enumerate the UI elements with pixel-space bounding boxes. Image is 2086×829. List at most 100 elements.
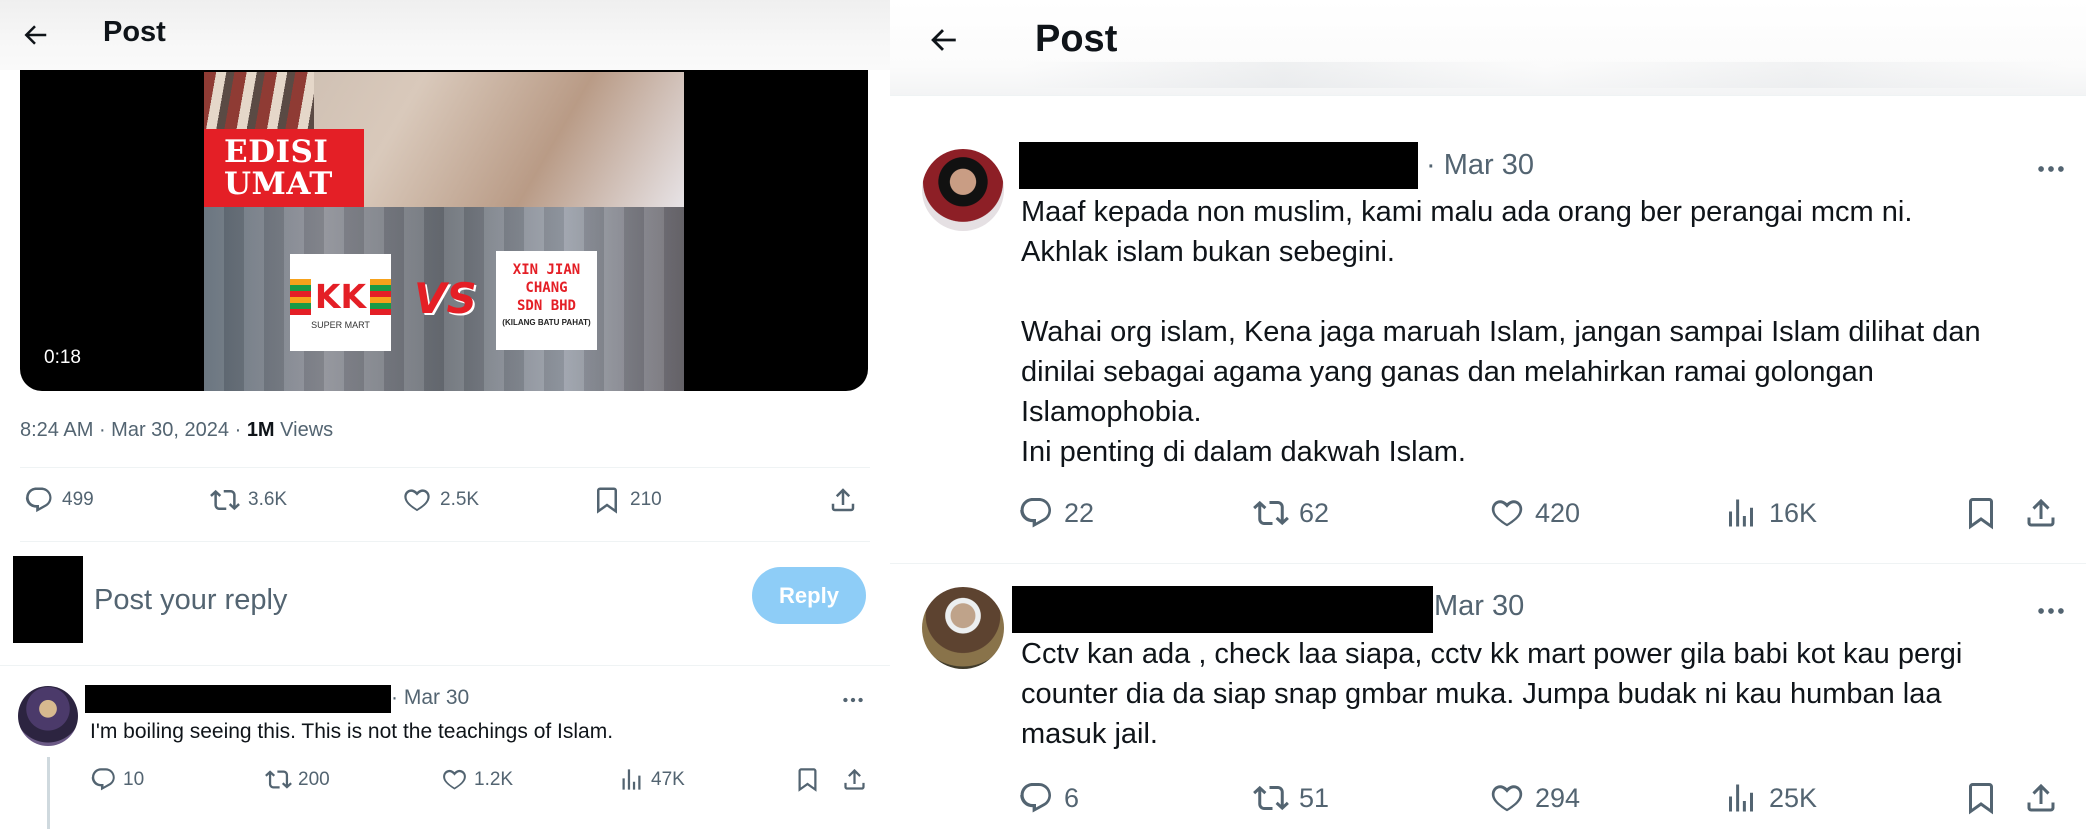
avatar[interactable]	[922, 149, 1004, 231]
divider	[20, 467, 870, 468]
reply-icon	[1018, 780, 1054, 816]
bookmark-icon	[794, 766, 821, 793]
post-time: 8:24 AM	[20, 419, 94, 441]
views-count: 47K	[651, 768, 685, 790]
bookmark-count: 210	[630, 489, 662, 510]
tweet-text: Cctv kan ada , check laa siapa, cctv kk …	[1021, 634, 2061, 754]
repost-action[interactable]: 62	[1253, 495, 1329, 531]
tweet-line: masuk jail.	[1021, 718, 1158, 750]
more-options-icon[interactable]	[2034, 152, 2068, 186]
tweet-date[interactable]: Mar 30	[1434, 590, 1524, 623]
share-icon	[828, 485, 858, 515]
bookmark-action[interactable]	[1963, 780, 2009, 816]
views-action[interactable]: 16K	[1723, 495, 1817, 531]
share-action[interactable]	[2023, 780, 2069, 816]
views-icon	[1723, 495, 1759, 531]
tweet-line: Islamophobia.	[1021, 396, 1202, 428]
share-action[interactable]	[828, 485, 866, 515]
repost-icon	[210, 485, 240, 515]
repost-count: 62	[1299, 497, 1330, 528]
tweet-line: Akhlak islam bukan sebegini.	[1021, 236, 1395, 268]
video-duration: 0:18	[44, 347, 81, 368]
tweet-line: dinilai sebagai agama yang ganas dan mel…	[1021, 356, 1874, 388]
back-arrow-icon[interactable]	[20, 20, 50, 50]
reply-action[interactable]: 499	[24, 485, 94, 515]
reply-tweet[interactable]: · Mar 30 I'm boiling seeing this. This i…	[0, 665, 890, 829]
avatar-redacted	[13, 556, 83, 643]
reply-composer: Post your reply Reply	[0, 543, 890, 663]
like-action[interactable]: 294	[1489, 780, 1580, 816]
reply-icon	[1018, 495, 1054, 531]
share-icon	[2023, 780, 2059, 816]
bookmark-icon	[1963, 780, 1999, 816]
repost-action[interactable]: 3.6K	[210, 485, 287, 515]
repost-icon	[265, 766, 292, 793]
video-player[interactable]: EDISI UMAT KK SUPER MART VS XIN JIAN CHA…	[20, 60, 868, 391]
left-screenshot: Post EDISI UMAT KK SUPER MART VS XIN JIA…	[0, 0, 890, 829]
like-count: 1.2K	[474, 768, 514, 790]
views-action[interactable]: 47K	[618, 766, 685, 793]
more-options-icon[interactable]	[840, 687, 866, 713]
bookmark-action[interactable]	[1963, 495, 2009, 531]
reply-count: 499	[62, 489, 94, 510]
vs-label: VS	[414, 274, 477, 323]
repost-icon	[1253, 780, 1289, 816]
faded-background	[1020, 62, 2070, 88]
like-action[interactable]: 1.2K	[441, 766, 513, 793]
page-title: Post	[103, 16, 166, 48]
edisi-umat-label: EDISI UMAT	[204, 129, 364, 207]
kk-logo-subtitle: SUPER MART	[311, 320, 370, 330]
views-icon	[618, 766, 645, 793]
avatar[interactable]	[922, 587, 1004, 669]
repost-action[interactable]: 200	[265, 766, 330, 793]
views-action[interactable]: 25K	[1723, 780, 1817, 816]
avatar[interactable]	[18, 686, 78, 746]
back-arrow-icon[interactable]	[926, 23, 960, 57]
views-count: 1M	[246, 419, 275, 441]
tweet-date[interactable]: · Mar 30	[391, 686, 469, 710]
views-icon	[1723, 780, 1759, 816]
xj-line-2: CHANG	[525, 280, 568, 296]
reply-icon	[90, 766, 117, 793]
overlay-line-2: UMAT	[224, 166, 333, 202]
reply-action[interactable]: 6	[1018, 780, 1079, 816]
divider	[890, 563, 2086, 564]
post-header: Post	[890, 0, 2086, 96]
views-count: 16K	[1769, 497, 1818, 528]
post-date: Mar 30, 2024	[111, 419, 230, 441]
heart-icon	[1489, 495, 1525, 531]
overlay-line-1: EDISI	[224, 134, 329, 170]
repost-action[interactable]: 51	[1253, 780, 1329, 816]
tweet-line: Cctv kan ada , check laa siapa, cctv kk …	[1021, 638, 1963, 670]
bookmark-action[interactable]: 210	[592, 485, 662, 515]
username-redacted	[1012, 586, 1433, 633]
share-icon	[2023, 495, 2059, 531]
post-actions: 499 3.6K 2.5K 210	[20, 485, 870, 525]
xj-line-3: SDN BHD	[516, 298, 576, 314]
xj-line-1: XIN JIAN	[512, 262, 581, 278]
bookmark-action[interactable]	[794, 766, 827, 793]
page-title: Post	[1035, 18, 1118, 60]
reply-input[interactable]: Post your reply	[94, 584, 287, 617]
views-label: Views	[280, 419, 334, 441]
like-action[interactable]: 420	[1489, 495, 1580, 531]
xin-jian-chang-logo: XIN JIAN CHANG SDN BHD (KILANG BATU PAHA…	[496, 251, 597, 350]
right-screenshot: Post · Mar 30 Maaf kepada non muslim, ka…	[890, 0, 2086, 829]
reply-button[interactable]: Reply	[752, 567, 866, 624]
share-action[interactable]	[2023, 495, 2069, 531]
share-action[interactable]	[841, 766, 874, 793]
reply-count: 22	[1064, 497, 1095, 528]
like-action[interactable]: 2.5K	[402, 485, 479, 515]
reply-action[interactable]: 10	[90, 766, 144, 793]
kk-logo-text: KK	[310, 277, 371, 316]
tweet-date[interactable]: · Mar 30	[1426, 149, 1534, 182]
reply-action[interactable]: 22	[1018, 495, 1094, 531]
more-options-icon[interactable]	[2034, 594, 2068, 628]
like-count: 2.5K	[440, 489, 480, 510]
heart-icon	[402, 485, 432, 515]
tweet-line: counter dia da siap snap gmbar muka. Jum…	[1021, 678, 1942, 710]
repost-icon	[1253, 495, 1289, 531]
views-count: 25K	[1769, 782, 1818, 813]
tweet-text: I'm boiling seeing this. This is not the…	[90, 720, 614, 743]
share-icon	[841, 766, 868, 793]
